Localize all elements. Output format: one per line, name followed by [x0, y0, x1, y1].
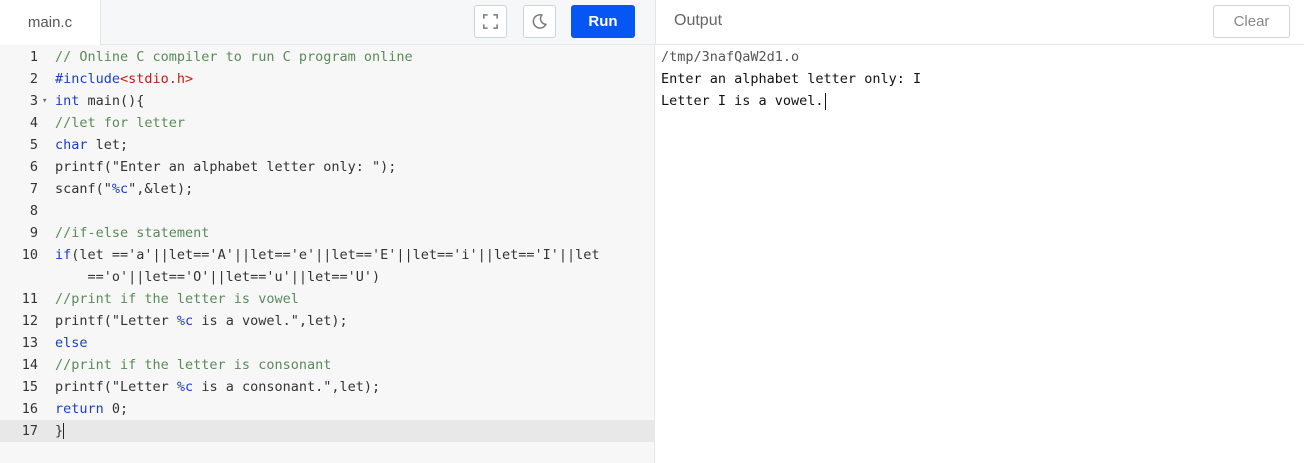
code-text: }: [55, 423, 65, 439]
code-area[interactable]: 1 // Online C compiler to run C program …: [0, 45, 655, 463]
code-text: //print if the letter is consonant: [55, 357, 332, 373]
clear-button[interactable]: Clear: [1213, 5, 1290, 38]
code-text: //if-else statement: [55, 225, 210, 241]
code-line[interactable]: 3 ▾ int main(){: [0, 90, 655, 112]
fullscreen-button[interactable]: [474, 5, 507, 38]
code-line[interactable]: 1 // Online C compiler to run C program …: [0, 46, 655, 68]
line-number: 11: [21, 291, 38, 307]
line-number: 2: [29, 71, 38, 87]
tab-label: main.c: [27, 14, 73, 31]
code-text: printf("Letter %c is a vowel.",let);: [55, 313, 348, 329]
code-line[interactable]: 9 //if-else statement: [0, 222, 655, 244]
tab-main-c[interactable]: main.c: [0, 0, 101, 45]
output-line: /tmp/3nafQaW2d1.o: [661, 49, 800, 65]
code-line[interactable]: 13 else: [0, 332, 655, 354]
code-line[interactable]: 15 printf("Letter %c is a consonant.",le…: [0, 376, 655, 398]
line-number: 8: [29, 203, 38, 219]
code-line[interactable]: 14 //print if the letter is consonant: [0, 354, 655, 376]
line-number: 14: [21, 357, 38, 373]
code-text: int main(){: [55, 93, 145, 109]
code-line[interactable]: 11 //print if the letter is vowel: [0, 288, 655, 310]
code-text: // Online C compiler to run C program on…: [55, 49, 413, 65]
code-line[interactable]: 7 scanf("%c",&let);: [0, 178, 655, 200]
line-number: 16: [21, 401, 38, 417]
code-line[interactable]: 16 return 0;: [0, 398, 655, 420]
line-number: 10: [21, 247, 38, 263]
line-number: 4: [29, 115, 38, 131]
code-text: //let for letter: [55, 115, 186, 131]
code-line[interactable]: 4 //let for letter: [0, 112, 655, 134]
code-line[interactable]: 8: [0, 200, 655, 222]
output-title: Output: [674, 12, 723, 29]
top-bar: main.c Run Output Clear: [0, 0, 1304, 45]
code-text: char let;: [55, 137, 129, 153]
code-text: if(let =='a'||let=='A'||let=='e'||let=='…: [55, 247, 600, 263]
fold-arrow-icon[interactable]: ▾: [38, 96, 55, 106]
code-line[interactable]: 12 printf("Letter %c is a vowel.",let);: [0, 310, 655, 332]
line-number: 1: [29, 49, 38, 65]
line-number: 15: [21, 379, 38, 395]
code-text: else: [55, 335, 88, 351]
code-editor[interactable]: 1 // Online C compiler to run C program …: [0, 45, 655, 463]
code-text: #include<stdio.h>: [55, 71, 194, 87]
output-line: Letter I is a vowel.: [661, 92, 826, 110]
code-line-wrapped[interactable]: =='o'||let=='O'||let=='u'||let=='U'): [0, 266, 655, 288]
run-button[interactable]: Run: [571, 5, 635, 38]
line-number: 12: [21, 313, 38, 329]
code-text: printf("Enter an alphabet letter only: "…: [55, 159, 397, 175]
line-number: 17: [21, 423, 38, 439]
code-line[interactable]: 5 char let;: [0, 134, 655, 156]
code-line-active[interactable]: 17 }: [0, 420, 655, 442]
code-text: //print if the letter is vowel: [55, 291, 299, 307]
fullscreen-icon: [483, 14, 498, 29]
text-cursor: [63, 423, 65, 439]
code-text: printf("Letter %c is a consonant.",let);: [55, 379, 381, 395]
line-number: 7: [29, 181, 38, 197]
code-text: return 0;: [55, 401, 129, 417]
output-panel[interactable]: /tmp/3nafQaW2d1.o Enter an alphabet lett…: [656, 45, 1304, 463]
panel-divider: [655, 0, 656, 45]
line-number: 13: [21, 335, 38, 351]
code-line[interactable]: 2 #include<stdio.h>: [0, 68, 655, 90]
code-text: scanf("%c",&let);: [55, 181, 194, 197]
theme-toggle-button[interactable]: [523, 5, 556, 38]
code-text: =='o'||let=='O'||let=='u'||let=='U'): [55, 269, 381, 285]
line-number: 3: [29, 93, 38, 109]
line-number: 9: [29, 225, 38, 241]
output-cursor: [824, 92, 826, 110]
line-number: 5: [29, 137, 38, 153]
line-number: 6: [29, 159, 38, 175]
code-line[interactable]: 6 printf("Enter an alphabet letter only:…: [0, 156, 655, 178]
output-line: Enter an alphabet letter only: I: [661, 71, 922, 87]
moon-icon: [532, 14, 548, 29]
code-line[interactable]: 10 if(let =='a'||let=='A'||let=='e'||let…: [0, 244, 655, 266]
